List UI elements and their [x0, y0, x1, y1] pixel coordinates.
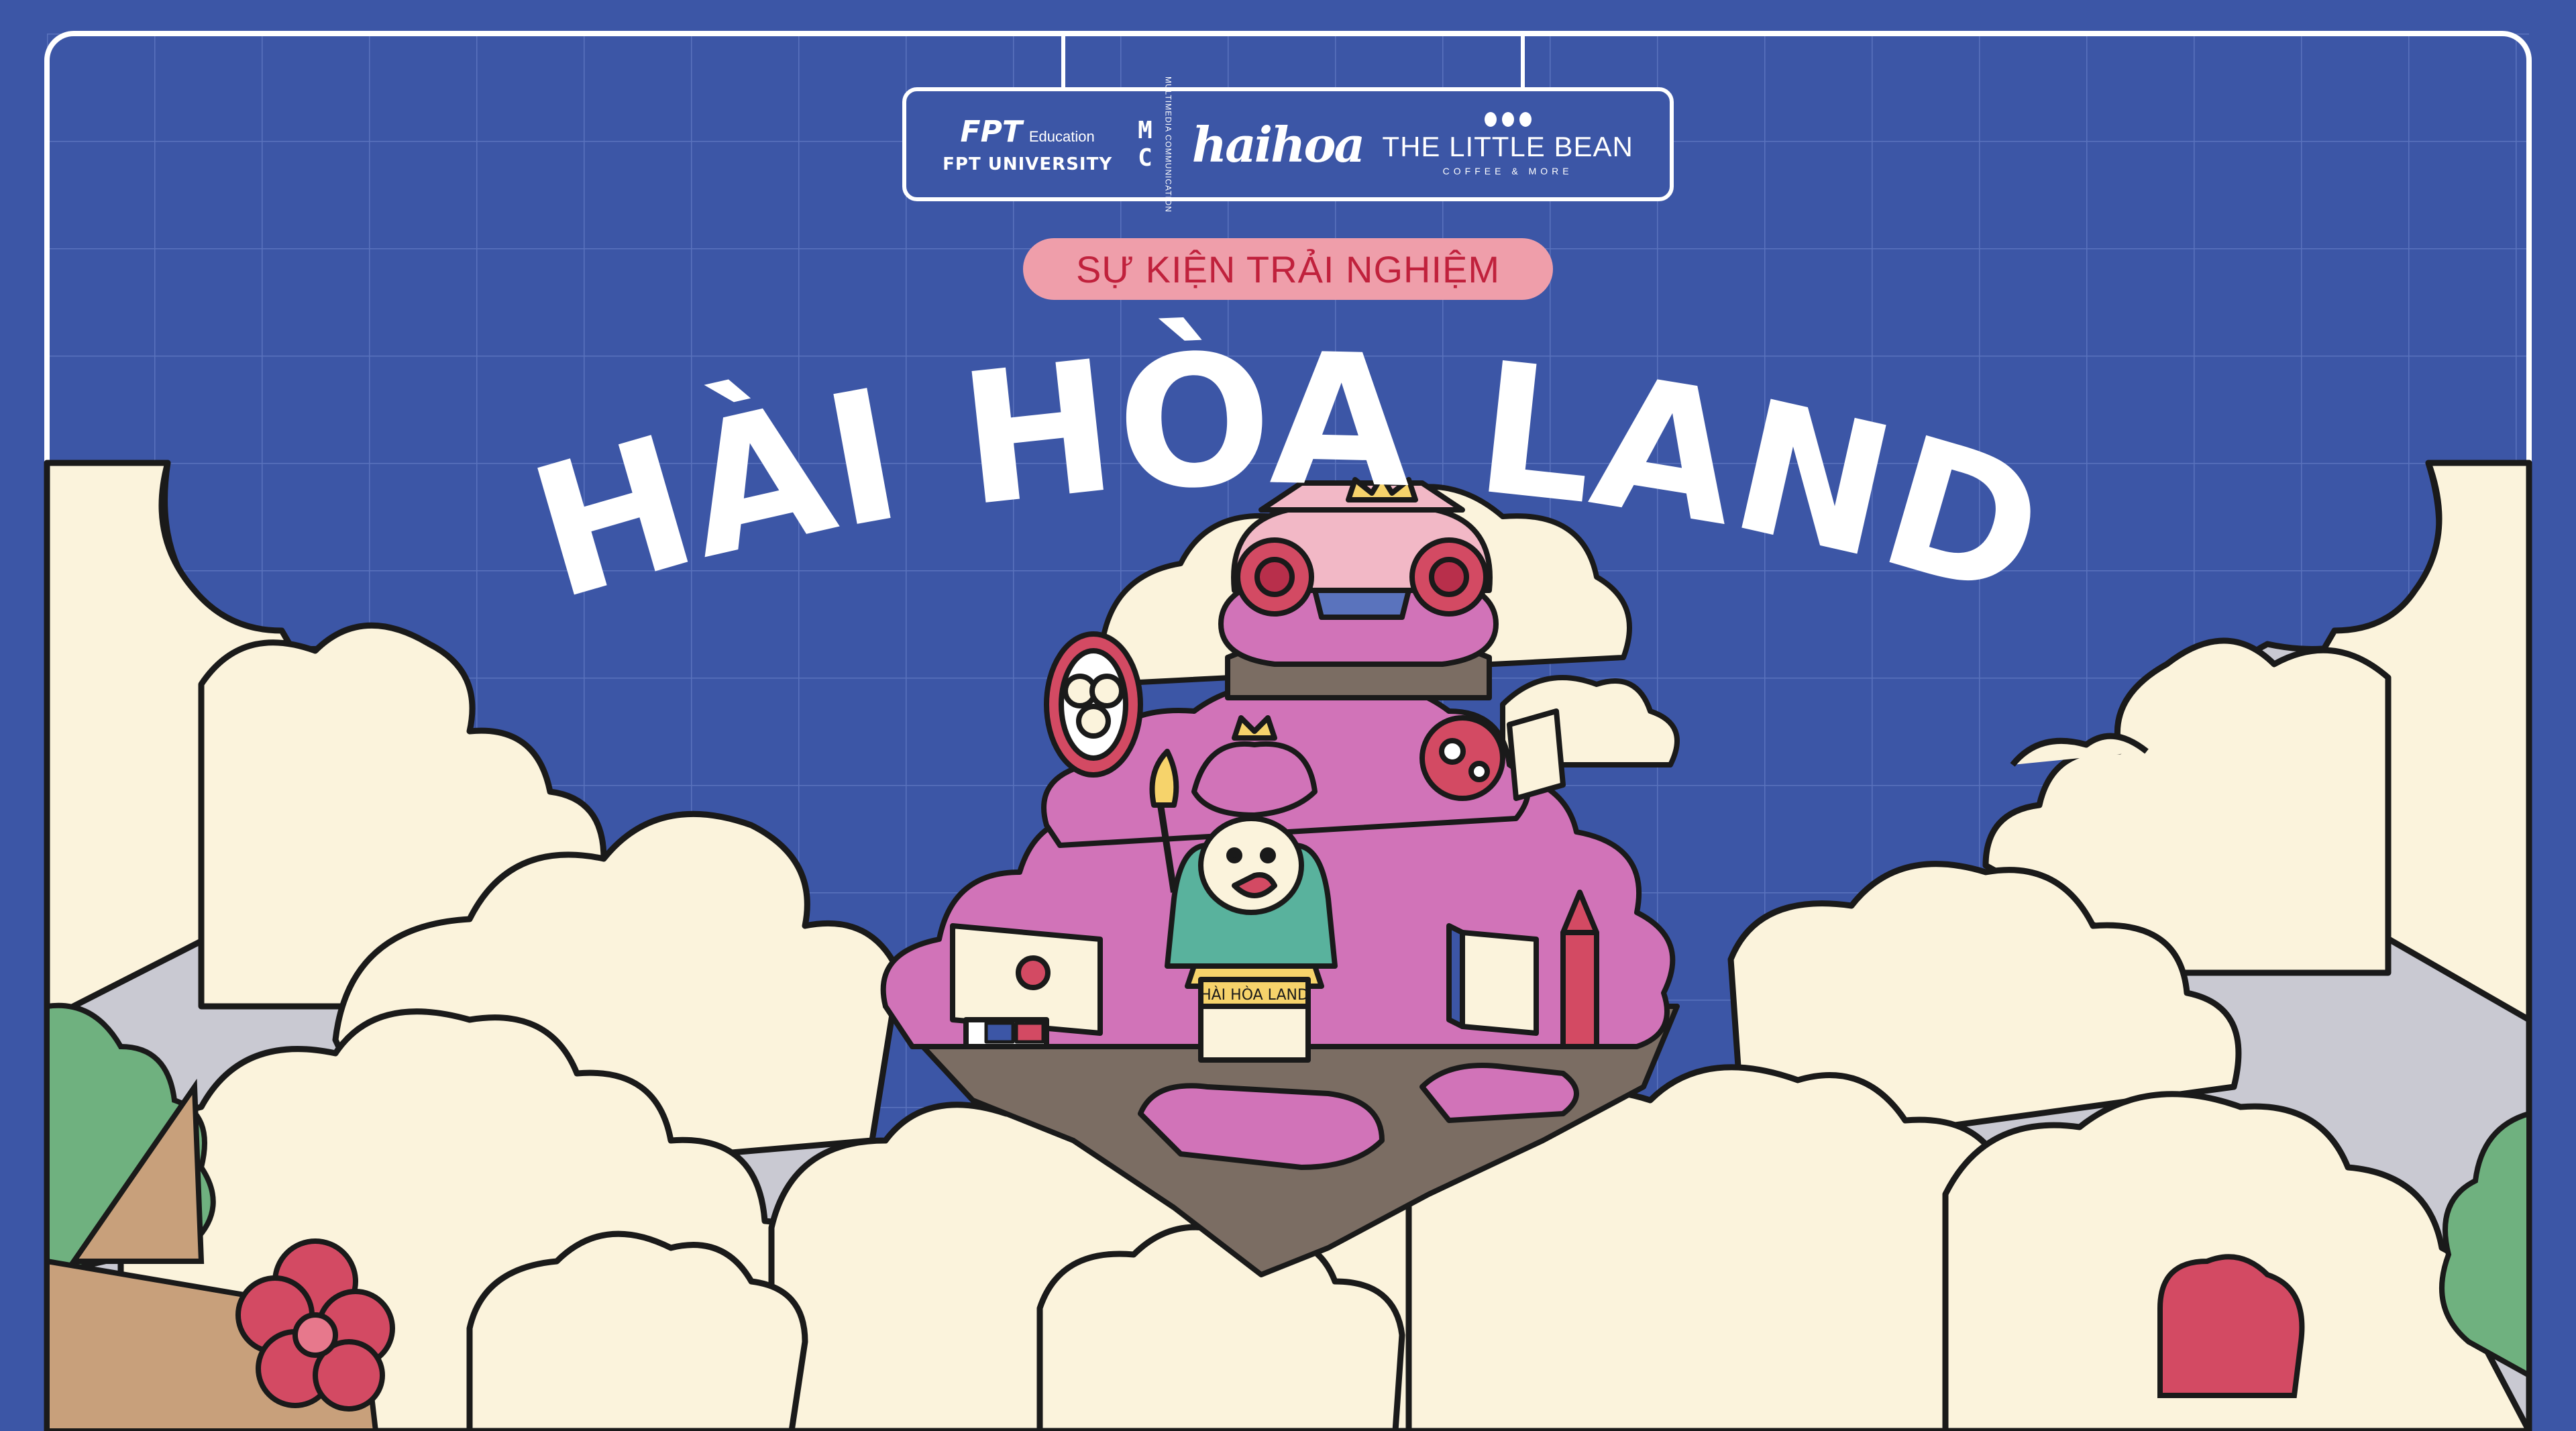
little-bean-logo-icon[interactable]: THE LITTLE BEAN COFFEE & MORE — [1382, 112, 1633, 176]
fpt-logo-icon[interactable]: FPT Education FPT UNIVERSITY — [943, 115, 1112, 174]
island-sign-text: HÀI HÒA LAND — [1200, 986, 1309, 1004]
main-title: HÀI HÒA LAND — [511, 312, 2064, 640]
mc-label: MULTIMEDIA COMMUNICATION — [1163, 76, 1173, 213]
sponsor-logo-bar: FPT Education FPT UNIVERSITY MC MULTIMED… — [902, 76, 1674, 212]
fpt-university-label: FPT UNIVERSITY — [943, 154, 1113, 174]
event-tag-label: SỰ KIỆN TRẢI NGHIỆM — [1075, 248, 1501, 290]
coffee-beans-icon — [1484, 112, 1532, 127]
poster: HÀI HÒA LAND HÀI HÒA LAND FPT Education … — [0, 0, 2576, 1431]
event-tag-pill: SỰ KIỆN TRẢI NGHIỆM — [1023, 238, 1553, 300]
mc-logo-icon[interactable]: MC MULTIMEDIA COMMUNICATION — [1131, 76, 1173, 213]
little-bean-tagline: COFFEE & MORE — [1442, 166, 1573, 176]
fpt-mark: FPT — [960, 114, 1022, 149]
mc-mark: MC — [1131, 117, 1159, 172]
little-bean-name: THE LITTLE BEAN — [1382, 131, 1633, 162]
haihoa-logo-icon[interactable]: haihoa — [1191, 115, 1365, 173]
fpt-education-label: Education — [1028, 127, 1095, 145]
haihoa-wordmark: haihoa — [1191, 115, 1365, 173]
